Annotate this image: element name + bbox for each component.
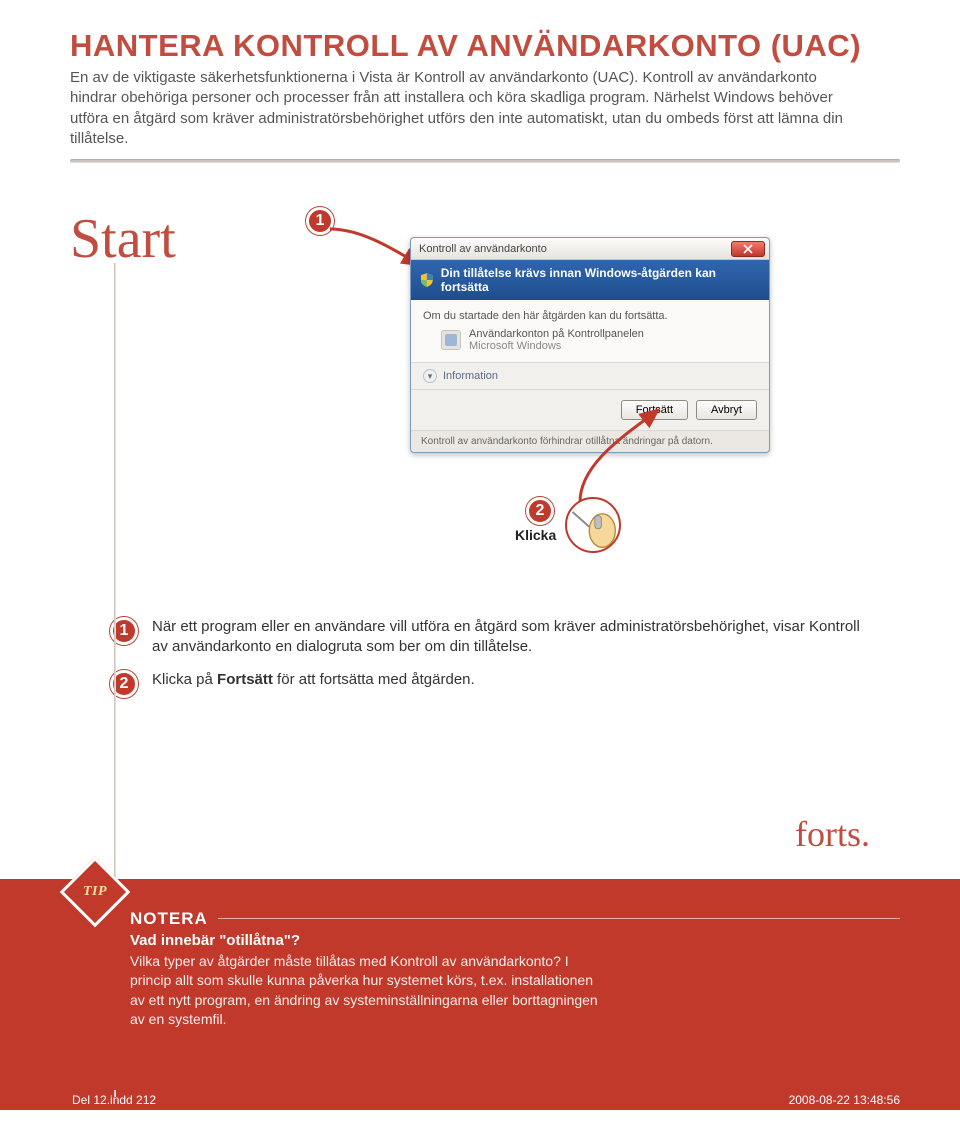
klicka-label: Klicka bbox=[515, 527, 556, 543]
click-mouse-icon bbox=[565, 497, 621, 553]
uac-body-text: Om du startade den här åtgärden kan du f… bbox=[423, 310, 757, 322]
step-marker-1: 1 bbox=[306, 207, 334, 235]
intro-divider bbox=[70, 159, 900, 163]
shield-icon bbox=[419, 272, 435, 288]
start-label: Start bbox=[70, 211, 176, 267]
uac-titlebar: Kontroll av användarkonto bbox=[411, 238, 769, 260]
cancel-button[interactable]: Avbryt bbox=[696, 400, 757, 420]
note-box: TIP NOTERA Vad innebär "otillåtna"? Vilk… bbox=[0, 879, 960, 1090]
continue-button[interactable]: Fortsätt bbox=[621, 400, 688, 420]
uac-banner-text: Din tillåtelse krävs innan Windows-åtgär… bbox=[441, 266, 761, 294]
page-title: HANTERA KONTROLL AV ANVÄNDARKONTO (UAC) bbox=[70, 28, 900, 64]
note-heading: NOTERA bbox=[130, 909, 208, 929]
uac-info-label: Information bbox=[443, 370, 498, 382]
note-heading-rule bbox=[218, 918, 900, 919]
close-icon bbox=[743, 244, 753, 254]
continued-label: forts. bbox=[795, 816, 870, 852]
uac-dialog: Kontroll av användarkonto Din tillåtelse… bbox=[410, 237, 770, 453]
chevron-down-icon: ▾ bbox=[423, 369, 437, 383]
uac-info-row[interactable]: ▾ Information bbox=[411, 362, 769, 389]
uac-banner: Din tillåtelse krävs innan Windows-åtgär… bbox=[411, 260, 769, 300]
uac-publisher: Microsoft Windows bbox=[469, 340, 644, 352]
uac-footer-text: Kontroll av användarkonto förhindrar oti… bbox=[411, 430, 769, 452]
note-subheading: Vad innebär "otillåtna"? bbox=[130, 932, 900, 949]
footer-right: 2008-08-22 13:48:56 bbox=[789, 1093, 900, 1107]
step-2-row: 2 Klicka på Fortsätt för att fortsätta m… bbox=[70, 670, 900, 698]
step-2-text: Klicka på Fortsätt för att fortsätta med… bbox=[152, 670, 475, 690]
step-marker-2: 2 bbox=[526, 497, 554, 525]
tip-badge: TIP bbox=[60, 856, 131, 927]
note-body: Vilka typer av åtgärder måste tillåtas m… bbox=[130, 952, 610, 1030]
step-1-text: När ett program eller en användare vill … bbox=[152, 617, 872, 658]
page-footer: Del 12.indd 212 2008-08-22 13:48:56 bbox=[0, 1090, 960, 1110]
close-button[interactable] bbox=[731, 241, 765, 257]
intro-text: En av de viktigaste säkerhetsfunktionern… bbox=[70, 68, 850, 149]
uac-window-title: Kontroll av användarkonto bbox=[419, 243, 547, 255]
program-icon bbox=[441, 330, 461, 350]
step-1-row: 1 När ett program eller en användare vil… bbox=[70, 617, 900, 658]
uac-program-name: Användarkonton på Kontrollpanelen bbox=[469, 328, 644, 340]
